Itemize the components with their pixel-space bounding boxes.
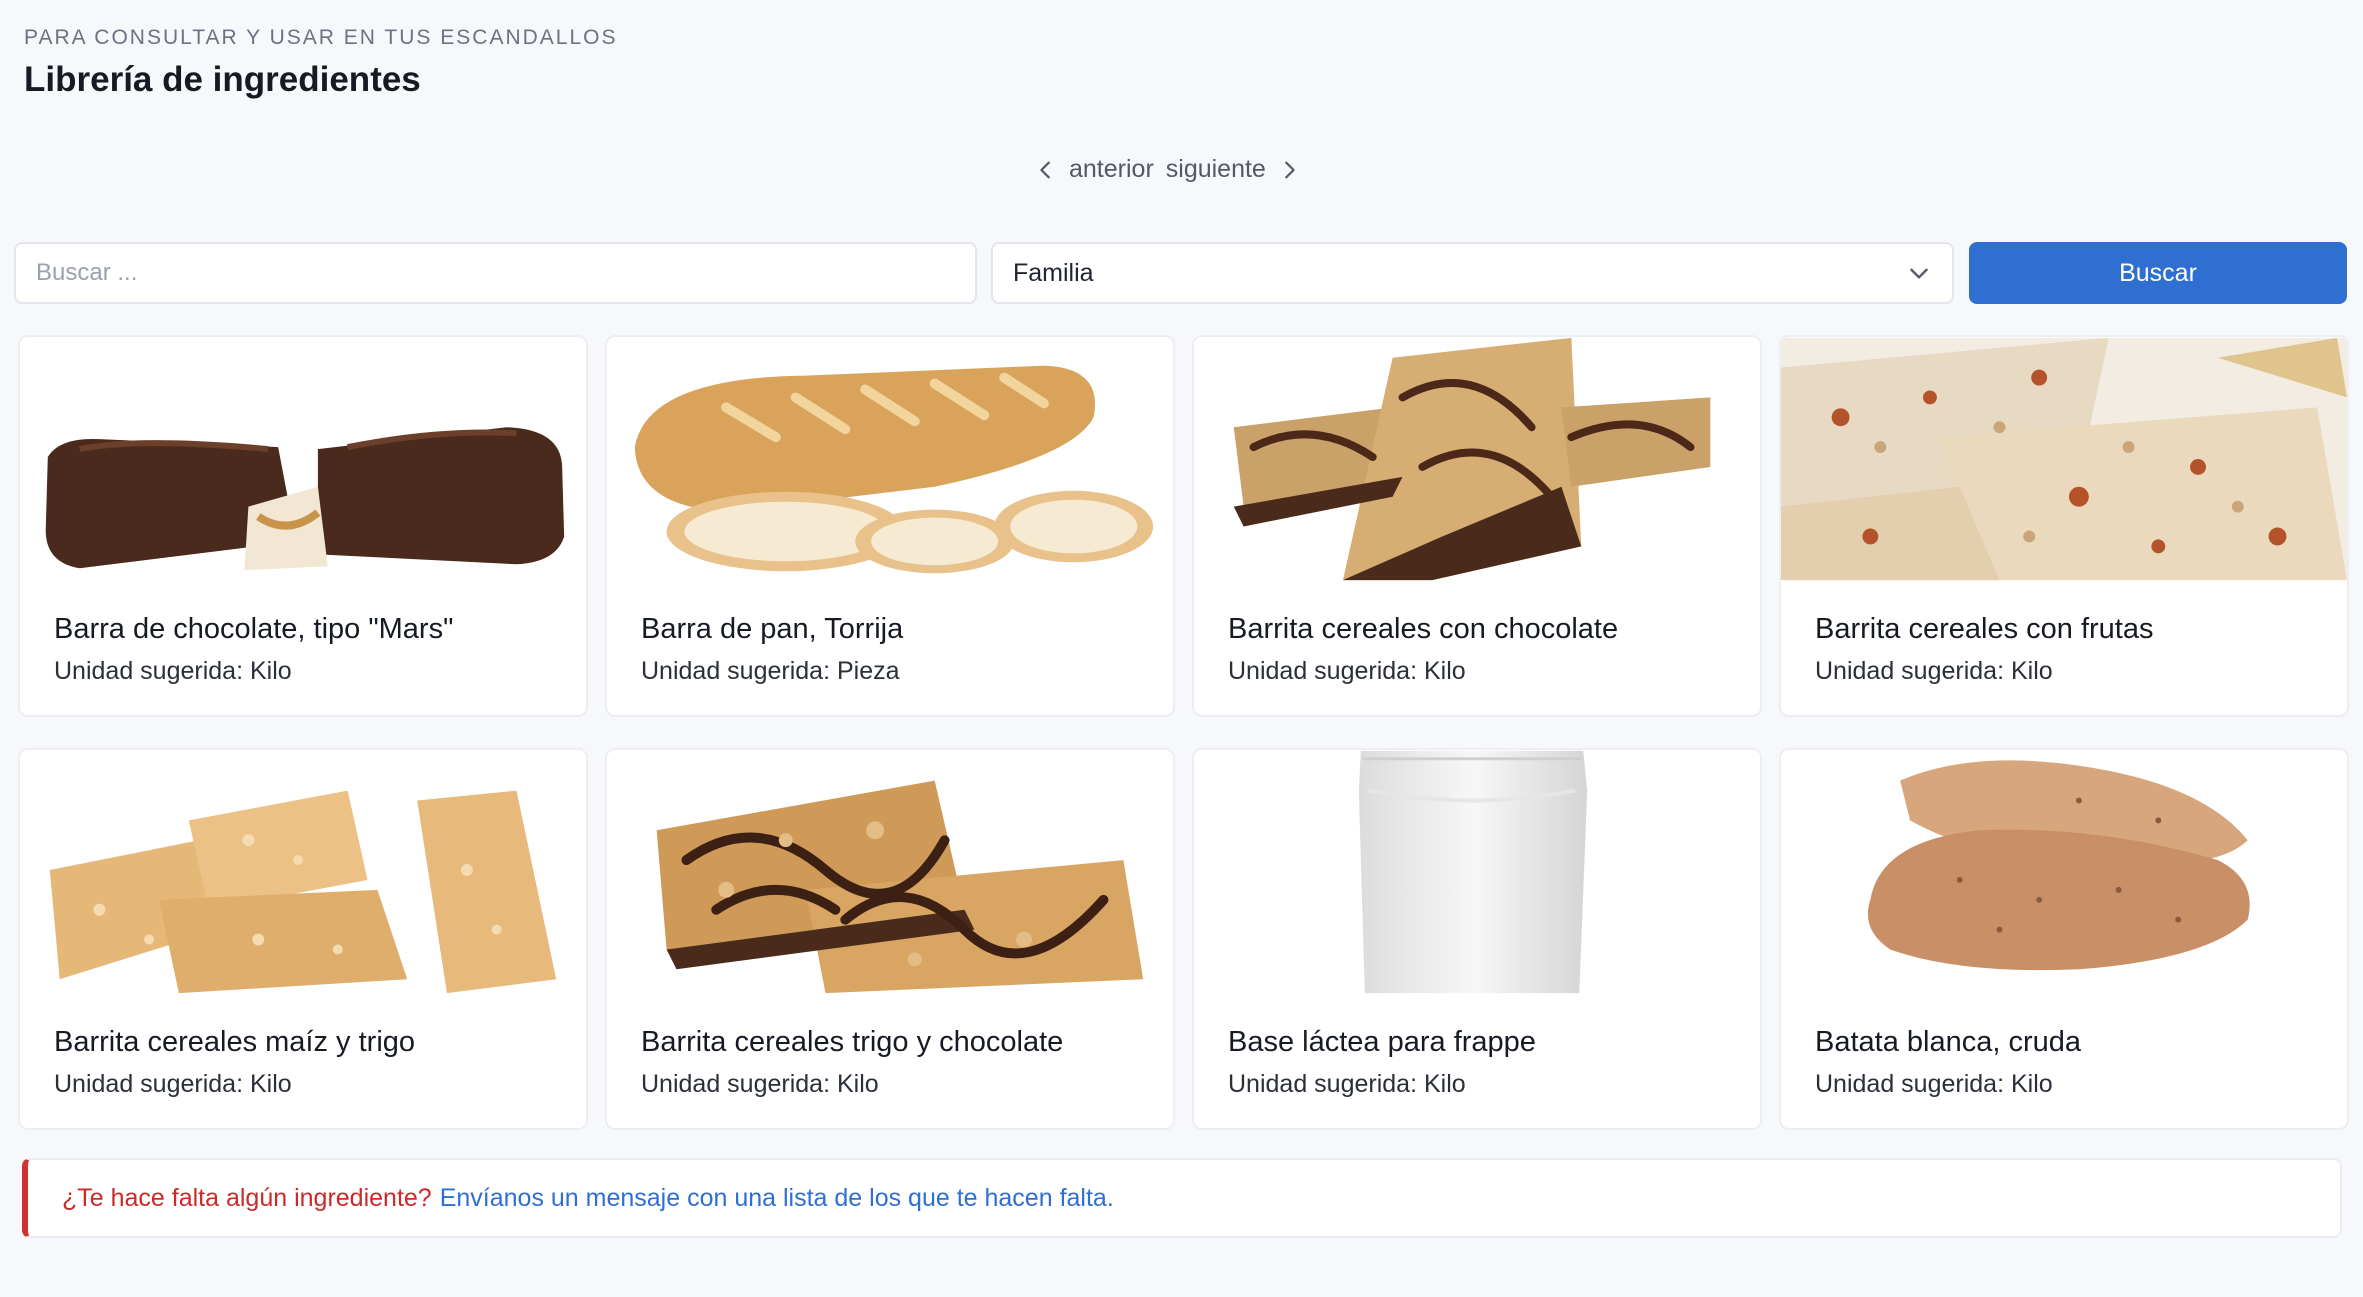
card-title: Barrita cereales trigo y chocolate [641, 1026, 1064, 1058]
chevron-right-icon[interactable] [1278, 159, 1300, 181]
card-title: Barra de pan, Torrija [641, 613, 904, 645]
cereal-bar-corn-wheat-image [20, 750, 586, 994]
white-pouch-image [1194, 750, 1760, 994]
cereal-bar-wheat-chocolate-image [607, 750, 1173, 994]
previous-page-link[interactable]: anterior [1069, 155, 1154, 184]
card-title: Barra de chocolate, tipo "Mars" [54, 613, 454, 645]
ingredient-card[interactable]: Barra de pan, Torrija Unidad sugerida: P… [605, 335, 1175, 717]
sweet-potato-image [1781, 750, 2347, 994]
pagination: anterior siguiente [1035, 155, 1300, 184]
family-select[interactable]: Familia [991, 242, 1954, 304]
send-message-link[interactable]: Envíanos un mensaje con una lista de los… [440, 1184, 1114, 1213]
family-select-value: Familia [1013, 258, 1094, 287]
missing-ingredient-notice: ¿Te hace falta algún ingrediente? Envían… [22, 1158, 2342, 1238]
card-title: Barrita cereales con frutas [1815, 613, 2154, 645]
page-eyebrow: PARA CONSULTAR Y USAR EN TUS ESCANDALLOS [24, 26, 618, 49]
search-input[interactable] [14, 242, 977, 304]
card-unit: Unidad sugerida: Kilo [54, 657, 292, 685]
card-title: Batata blanca, cruda [1815, 1026, 2082, 1058]
bread-loaf-image [607, 337, 1173, 581]
ingredient-grid: Barra de chocolate, tipo "Mars" Unidad s… [18, 335, 2349, 1130]
page-title: Librería de ingredientes [24, 60, 421, 99]
ingredient-card[interactable]: Barrita cereales con frutas Unidad suger… [1779, 335, 2349, 717]
card-unit: Unidad sugerida: Kilo [1815, 1070, 2053, 1098]
ingredient-card[interactable]: Barrita cereales con chocolate Unidad su… [1192, 335, 1762, 717]
cereal-bar-chocolate-image [1194, 337, 1760, 581]
cereal-bar-fruit-image [1781, 337, 2347, 581]
ingredient-card[interactable]: Barra de chocolate, tipo "Mars" Unidad s… [18, 335, 588, 717]
search-button[interactable]: Buscar [1969, 242, 2347, 304]
search-bar: Familia Buscar [14, 242, 2348, 306]
card-unit: Unidad sugerida: Kilo [54, 1070, 292, 1098]
card-unit: Unidad sugerida: Kilo [1228, 657, 1466, 685]
card-unit: Unidad sugerida: Kilo [1815, 657, 2053, 685]
page-header: PARA CONSULTAR Y USAR EN TUS ESCANDALLOS… [24, 26, 618, 100]
ingredient-card[interactable]: Base láctea para frappe Unidad sugerida:… [1192, 748, 1762, 1130]
card-title: Barrita cereales maíz y trigo [54, 1026, 416, 1058]
chocolate-bar-image [20, 337, 586, 581]
ingredient-card[interactable]: Barrita cereales maíz y trigo Unidad sug… [18, 748, 588, 1130]
ingredient-card[interactable]: Batata blanca, cruda Unidad sugerida: Ki… [1779, 748, 2349, 1130]
card-title: Barrita cereales con chocolate [1228, 613, 1619, 645]
ingredient-card[interactable]: Barrita cereales trigo y chocolate Unida… [605, 748, 1175, 1130]
chevron-left-icon[interactable] [1035, 159, 1057, 181]
chevron-down-icon [1910, 268, 1928, 279]
card-unit: Unidad sugerida: Kilo [641, 1070, 879, 1098]
card-title: Base láctea para frappe [1228, 1026, 1536, 1058]
card-unit: Unidad sugerida: Kilo [1228, 1070, 1466, 1098]
card-unit: Unidad sugerida: Pieza [641, 657, 900, 685]
next-page-link[interactable]: siguiente [1166, 155, 1266, 184]
notice-question: ¿Te hace falta algún ingrediente? [62, 1183, 432, 1212]
